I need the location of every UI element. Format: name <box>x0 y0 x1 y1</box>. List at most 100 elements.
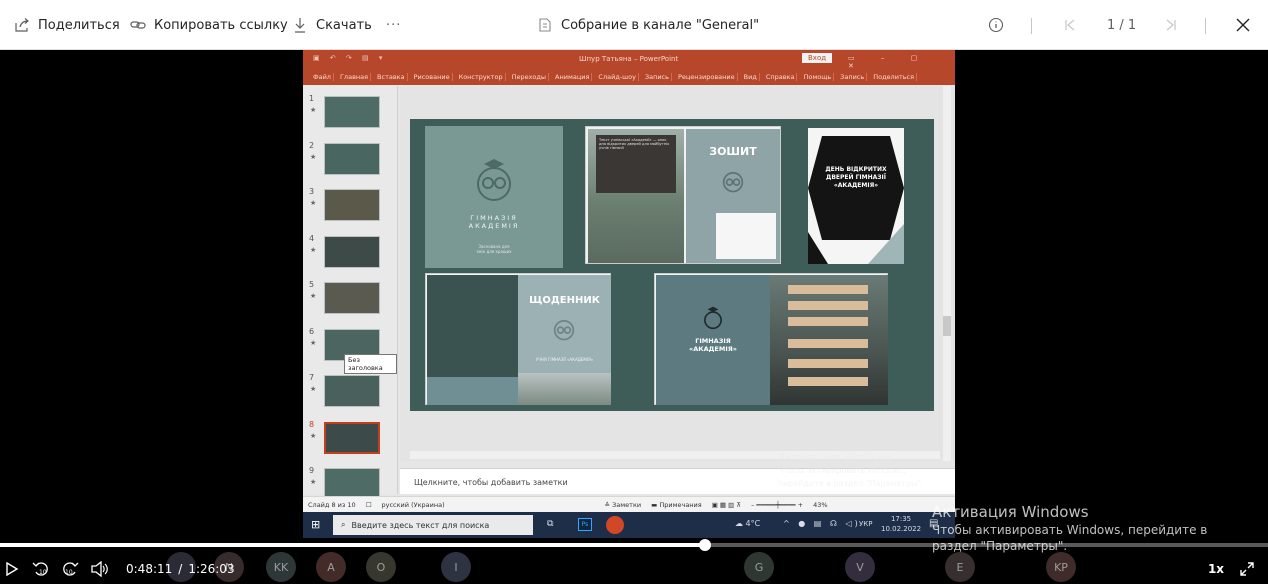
slide-thumbnail[interactable]: 4 ★ <box>307 234 395 280</box>
copy-link-button[interactable]: Копировать ссылку <box>130 0 288 50</box>
ribbon-tab[interactable]: Вставка <box>375 73 408 81</box>
powerpoint-taskbar-icon[interactable] <box>606 516 624 534</box>
copy-link-label: Копировать ссылку <box>154 17 288 33</box>
view-buttons[interactable]: ▣ ▦ ▥ ⊼ <box>712 501 741 509</box>
quick-access-icons: ▣ ↶ ↷ ▤ ▾ <box>313 54 387 62</box>
link-icon <box>130 17 146 33</box>
more-options-button[interactable]: ··· <box>386 0 401 50</box>
ribbon-tab[interactable]: Запись <box>838 73 868 81</box>
taskbar-search[interactable]: ⌕ Введите здесь текст для поиска <box>333 515 533 535</box>
activation-watermark-small: Активация Windows Чтобы активировать Win… <box>778 451 924 490</box>
notebook-cover: ЗОШИТ <box>686 129 780 263</box>
windows-start-icon[interactable]: ⊞ <box>311 518 320 531</box>
clock-time: 17:35 <box>890 515 912 523</box>
activation-line: Чтобы активировать Windows, перейдите в <box>932 523 1208 537</box>
slide-thumbnail[interactable]: 8 ★ <box>307 420 395 466</box>
notebook-title: ЗОШИТ <box>709 145 757 158</box>
seek-bar-handle[interactable] <box>699 539 711 551</box>
activation-line-small: перейдите в раздел "Параметры". <box>778 479 924 488</box>
transition-star-icon: ★ <box>310 106 317 114</box>
slide-thumbnail[interactable]: 1 ★ <box>307 94 395 140</box>
comments-toggle[interactable]: ▬ Примечания <box>651 501 702 509</box>
current-time: 0:48:11 <box>126 562 173 576</box>
ribbon-tab[interactable]: Переходы <box>510 73 550 81</box>
window-controls[interactable]: ▭ – ▢ ✕ <box>848 54 955 70</box>
skip-forward-button[interactable]: 10 <box>59 556 81 582</box>
language-indicator: русский (Украина) <box>381 500 445 509</box>
notes-toggle[interactable]: ≙ Заметки <box>605 501 642 509</box>
ribbon-tab[interactable]: Запись <box>643 73 672 81</box>
zoom-level[interactable]: 43% <box>813 501 827 509</box>
transition-star-icon: ★ <box>310 431 317 440</box>
powerpoint-titlebar: ▣ ↶ ↷ ▤ ▾ Шпур Татьяна – PowerPoint Вход… <box>303 50 955 70</box>
photoshop-icon[interactable]: Ps <box>578 518 592 531</box>
share-label: Поделиться <box>38 17 120 33</box>
activation-line-small: Чтобы активировать Windows, <box>778 466 907 475</box>
slide-thumbnail[interactable]: 7 ★ <box>307 373 395 419</box>
ribbon-tab[interactable]: Анимация <box>553 73 593 81</box>
slide-card-notebook: Текст учнівської «Академії» — опис дня в… <box>585 126 781 264</box>
ribbon-tab[interactable]: Помощь <box>801 73 835 81</box>
download-icon <box>292 17 308 33</box>
seek-bar[interactable] <box>0 539 1268 551</box>
ribbon-tab[interactable]: Рисование <box>412 73 453 81</box>
task-view-icon[interactable]: ⧉ <box>547 519 553 529</box>
document-icon <box>537 17 553 33</box>
slide-number: 4 <box>309 233 315 243</box>
owl-logo-icon <box>553 319 575 341</box>
zoom-slider[interactable]: – ━━━━━┿━━━━ + <box>751 501 803 509</box>
divider <box>1031 18 1032 34</box>
slide-editor[interactable]: ГІМНАЗІЯ АКАДЕМІЯ Заснована для змін для… <box>400 86 955 461</box>
fullscreen-button[interactable] <box>1236 556 1258 582</box>
close-button[interactable] <box>1235 0 1251 50</box>
editor-vertical-scrollbar[interactable] <box>943 86 951 461</box>
ribbon-tab[interactable]: Файл <box>311 73 334 81</box>
slide-number: 3 <box>309 187 315 196</box>
time-separator: / <box>178 562 183 576</box>
scroll-thumb[interactable] <box>943 316 951 336</box>
skip-forward-label: 10 <box>65 569 73 576</box>
activation-title-small: Активация Windows <box>778 451 893 464</box>
slide-thumbnail[interactable]: 2 ★ <box>307 141 395 187</box>
weather-widget[interactable]: ☁ 4°C <box>735 519 760 528</box>
ribbon-tab[interactable]: Рецензирование <box>676 73 738 81</box>
owl-logo-icon <box>722 171 744 193</box>
slide-thumbnails-pane[interactable]: 9 ★ 8 ★ 7 ★ 6 ★ 5 ★ 4 ★ 3 ★ 2 ★ 1 ★ Без заголовка <box>303 86 398 500</box>
download-button[interactable]: Скачать <box>292 0 372 50</box>
notes-toggle-label: Заметки <box>612 500 642 509</box>
diary-back-cover <box>427 275 518 377</box>
windows-taskbar: ⊞ ⌕ Введите здесь текст для поиска ⧉ Ps … <box>303 512 955 538</box>
slide-card-gymnasium: ГІМНАЗІЯ АКАДЕМІЯ Заснована для змін для… <box>425 126 563 268</box>
input-language[interactable]: УКР <box>859 520 872 528</box>
skip-back-button[interactable]: 10 <box>30 556 52 582</box>
system-tray-icons[interactable]: ^ ● ▤ ☊ ◁) <box>783 519 861 528</box>
first-page-button[interactable] <box>1062 0 1078 50</box>
slide-thumbnail[interactable]: 5 ★ <box>307 280 395 326</box>
ribbon-tab[interactable]: Главная <box>338 73 372 81</box>
video-player[interactable]: ▣ ↶ ↷ ▤ ▾ Шпур Татьяна – PowerPoint Вход… <box>0 50 1268 584</box>
total-duration: 1:26:03 <box>188 562 235 576</box>
play-button[interactable] <box>2 556 22 582</box>
slide-counter: Слайд 8 из 10 <box>308 500 356 509</box>
taskbar-clock[interactable]: 17:35 10.02.2022 <box>881 514 921 534</box>
slide-thumbnail[interactable]: 3 ★ <box>307 187 395 233</box>
ribbon-tab[interactable]: Вид <box>742 73 760 81</box>
ribbon-tab[interactable]: Слайд-шоу <box>596 73 639 81</box>
slide-preview <box>324 421 380 454</box>
search-icon: ⌕ <box>341 520 346 529</box>
slide-number: 5 <box>309 280 315 289</box>
playback-speed-button[interactable]: 1x <box>1204 556 1228 582</box>
last-page-button[interactable] <box>1163 0 1179 50</box>
taskbar-search-placeholder: Введите здесь текст для поиска <box>351 520 490 530</box>
login-button[interactable]: Вход <box>802 53 833 63</box>
slide-preview <box>324 375 380 407</box>
share-button[interactable]: Поделиться <box>14 0 120 50</box>
open-day-title: ДЕНЬ ВІДКРИТИХ ДВЕРЕЙ ГІМНАЗІЇ «АКАДЕМІЯ… <box>825 166 887 189</box>
ribbon-tab[interactable]: Поделиться <box>871 73 918 81</box>
ribbon-tab[interactable]: Конструктор <box>457 73 506 81</box>
volume-button[interactable] <box>89 556 111 582</box>
clock-date: 10.02.2022 <box>881 525 922 533</box>
ribbon-tab[interactable]: Справка <box>764 73 798 81</box>
play-icon <box>6 562 19 576</box>
info-button[interactable] <box>988 0 1004 50</box>
